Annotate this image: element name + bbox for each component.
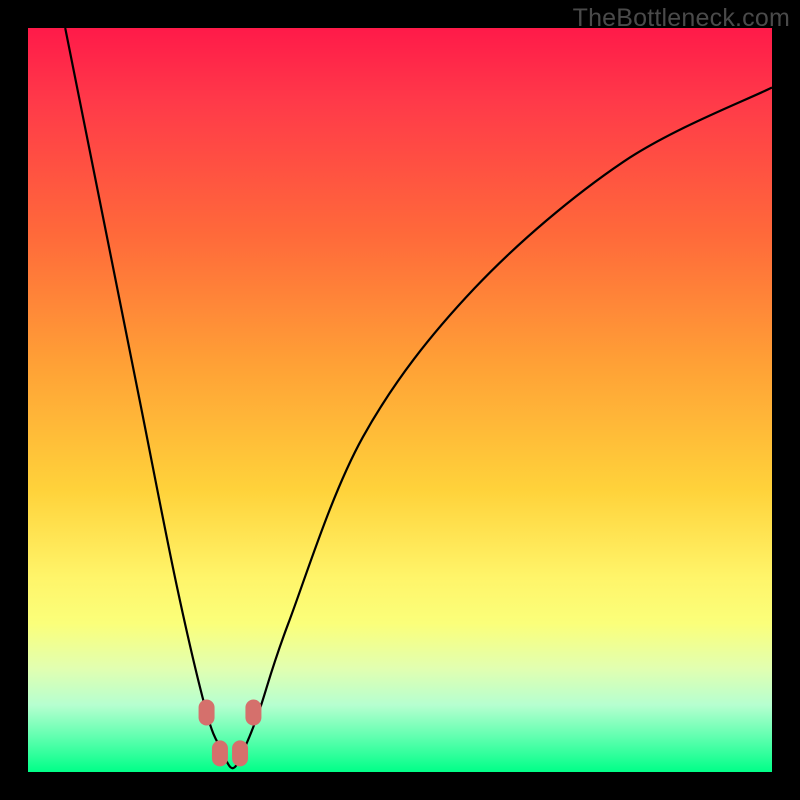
curve-line bbox=[65, 28, 772, 768]
curve-marker bbox=[212, 740, 228, 766]
curve-marker bbox=[232, 740, 248, 766]
curve-marker bbox=[245, 699, 261, 725]
curve-marker bbox=[199, 699, 215, 725]
bottleneck-curve bbox=[28, 28, 772, 772]
watermark-text: TheBottleneck.com bbox=[573, 4, 790, 33]
chart-plot-area bbox=[28, 28, 772, 772]
